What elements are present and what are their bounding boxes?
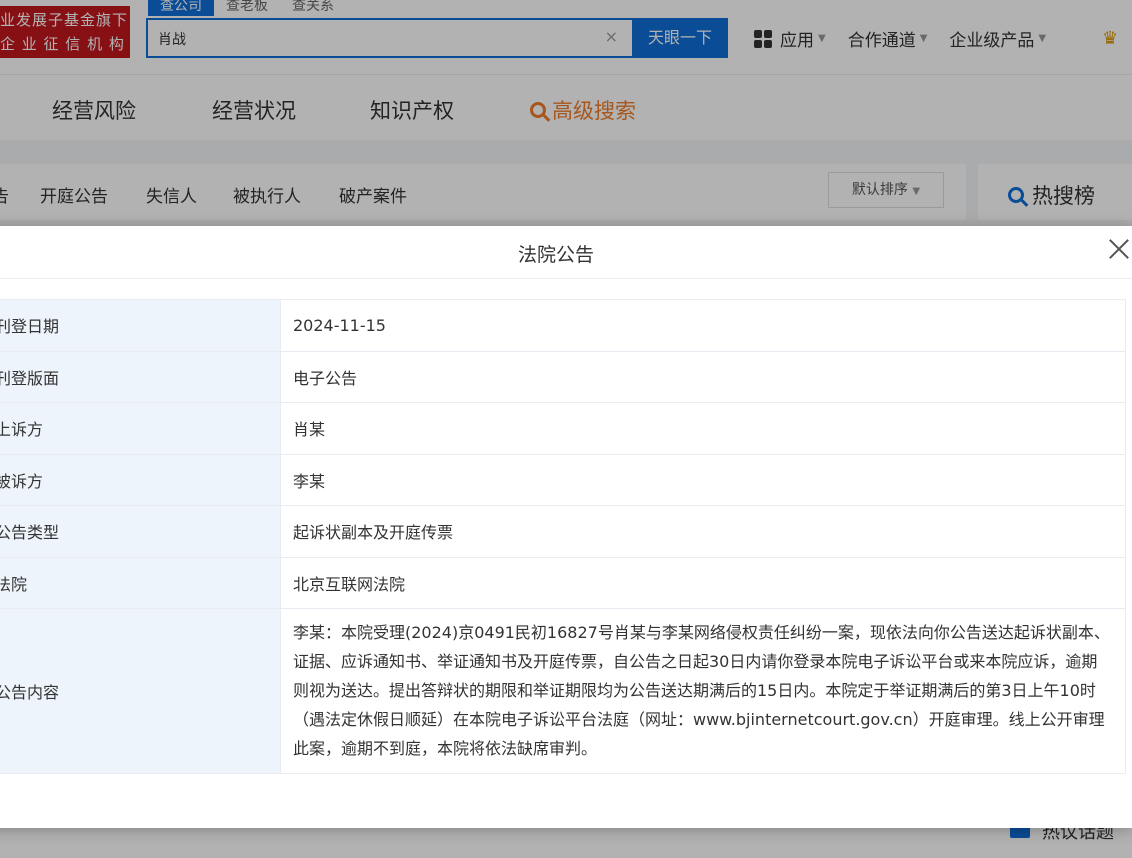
row-label: 公告类型 bbox=[0, 505, 281, 558]
table-row: 刊登版面 电子公告 bbox=[0, 350, 1126, 403]
table-row: 法院 北京互联网法院 bbox=[0, 556, 1126, 609]
close-icon[interactable] bbox=[1108, 238, 1130, 260]
table-row: 公告类型 起诉状副本及开庭传票 bbox=[0, 505, 1126, 558]
court-announcement-dialog: 法院公告 刊登日期 2024-11-15 刊登版面 电子公告 上诉方 肖某 被诉… bbox=[0, 226, 1132, 828]
row-value: 2024-11-15 bbox=[280, 299, 1126, 352]
row-label: 刊登日期 bbox=[0, 299, 281, 352]
announcement-detail-table: 刊登日期 2024-11-15 刊登版面 电子公告 上诉方 肖某 被诉方 李某 … bbox=[0, 299, 1126, 774]
dialog-header: 法院公告 bbox=[0, 226, 1132, 279]
table-row: 公告内容 李某：本院受理(2024)京0491民初16827号肖某与李某网络侵权… bbox=[0, 608, 1126, 774]
row-label: 公告内容 bbox=[0, 608, 281, 774]
row-value: 电子公告 bbox=[280, 350, 1126, 403]
announcement-content: 李某：本院受理(2024)京0491民初16827号肖某与李某网络侵权责任纠纷一… bbox=[280, 608, 1126, 774]
table-row: 上诉方 肖某 bbox=[0, 402, 1126, 455]
table-row: 被诉方 李某 bbox=[0, 453, 1126, 506]
row-value: 肖某 bbox=[280, 402, 1126, 455]
row-label: 上诉方 bbox=[0, 402, 281, 455]
row-value: 北京互联网法院 bbox=[280, 556, 1126, 609]
row-label: 刊登版面 bbox=[0, 350, 281, 403]
row-value: 起诉状副本及开庭传票 bbox=[280, 505, 1126, 558]
row-label: 法院 bbox=[0, 556, 281, 609]
dialog-title: 法院公告 bbox=[517, 244, 594, 266]
table-row: 刊登日期 2024-11-15 bbox=[0, 299, 1126, 352]
row-label: 被诉方 bbox=[0, 453, 281, 506]
row-value: 李某 bbox=[280, 453, 1126, 506]
